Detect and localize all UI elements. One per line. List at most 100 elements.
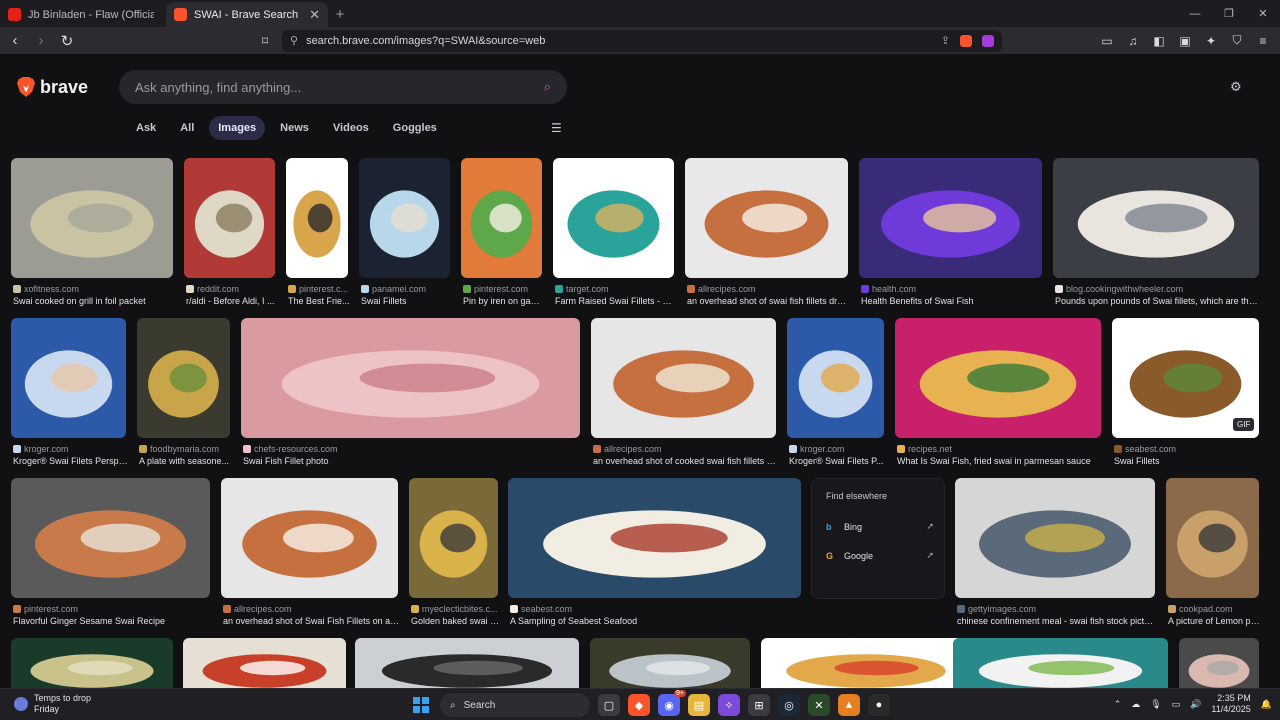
leo-ai-icon[interactable]: ✦: [1204, 34, 1218, 48]
weather-widget[interactable]: Temps to drop Friday: [14, 693, 91, 715]
terminal-icon[interactable]: ✕: [808, 694, 830, 716]
taskbar-search[interactable]: ⌕ Search: [440, 693, 590, 717]
chevron-up-icon[interactable]: ⌃: [1114, 699, 1122, 710]
brave-shields-icon[interactable]: [960, 34, 972, 47]
image-caption[interactable]: chinese confinement meal - swai fish sto…: [957, 616, 1157, 626]
image-source[interactable]: chefs-resources.com: [243, 444, 582, 454]
search-input[interactable]: Ask anything, find anything... ⌕: [119, 70, 567, 104]
mic-icon[interactable]: 🎙: [1150, 699, 1161, 710]
display-icon[interactable]: ▭: [1172, 699, 1181, 710]
image-thumbnail[interactable]: [286, 158, 348, 278]
image-caption[interactable]: A Sampling of Seabest Seafood: [510, 616, 803, 626]
steam-icon[interactable]: ◎: [778, 694, 800, 716]
brave-logo[interactable]: brave: [16, 76, 88, 98]
image-caption[interactable]: Kroger® Swai Filets Perspe...: [13, 456, 128, 466]
image-caption[interactable]: Swai Fish Fillet photo: [243, 456, 582, 466]
discord-icon[interactable]: ◉ 9+: [658, 690, 686, 716]
wallet-icon[interactable]: ▣: [1178, 34, 1192, 48]
image-source[interactable]: seabest.com: [510, 604, 803, 614]
image-thumbnail[interactable]: [895, 318, 1101, 438]
image-thumbnail[interactable]: [859, 158, 1042, 278]
image-thumbnail[interactable]: [591, 318, 776, 438]
volume-icon[interactable]: 🔊: [1190, 699, 1201, 710]
vlc-icon[interactable]: ▲: [838, 694, 860, 716]
image-thumbnail[interactable]: [11, 318, 126, 438]
task-view-icon[interactable]: ▢: [598, 694, 620, 716]
image-source[interactable]: recipes.net: [897, 444, 1103, 454]
image-thumbnail[interactable]: [787, 318, 884, 438]
tab-all[interactable]: All: [171, 116, 203, 140]
image-thumbnail[interactable]: [241, 318, 580, 438]
image-caption[interactable]: Swai Fillets: [361, 296, 452, 306]
image-source[interactable]: health.com: [861, 284, 1044, 294]
minimize-icon[interactable]: —: [1178, 0, 1212, 27]
image-caption[interactable]: Golden baked swai f...: [411, 616, 500, 626]
image-thumbnail[interactable]: [590, 638, 750, 688]
close-window-icon[interactable]: ✕: [1246, 0, 1280, 27]
image-thumbnail[interactable]: [1053, 158, 1259, 278]
image-caption[interactable]: A plate with seasone...: [139, 456, 232, 466]
image-caption[interactable]: A picture of Lemon pe...: [1168, 616, 1261, 626]
image-caption[interactable]: Pounds upon pounds of Swai fillets, whic…: [1055, 296, 1261, 306]
bookmark-icon[interactable]: ⌑: [255, 31, 275, 51]
media-icon[interactable]: ♫: [1126, 34, 1140, 48]
image-caption[interactable]: Kroger® Swai Filets P...: [789, 456, 886, 466]
image-caption[interactable]: Flavorful Ginger Sesame Swai Recipe: [13, 616, 212, 626]
restore-icon[interactable]: ❐: [1212, 0, 1246, 27]
image-source[interactable]: gettyimages.com: [957, 604, 1157, 614]
image-thumbnail[interactable]: [359, 158, 450, 278]
back-icon[interactable]: ‹: [5, 31, 25, 51]
image-thumbnail[interactable]: [1166, 478, 1259, 598]
tab-youtube[interactable]: Jb Binladen - Flaw (Official Music Vid: [0, 2, 162, 27]
tab-news[interactable]: News: [271, 116, 318, 140]
settings-gear-icon[interactable]: ⚙: [1230, 79, 1242, 95]
brave-taskbar-icon[interactable]: ◆: [628, 694, 650, 716]
clock[interactable]: 2:35 PM 11/4/2025: [1211, 693, 1250, 715]
image-thumbnail[interactable]: [183, 638, 346, 688]
image-thumbnail[interactable]: [221, 478, 398, 598]
tab-ask[interactable]: Ask: [127, 116, 165, 140]
image-caption[interactable]: an overhead shot of swai fish fillets dr…: [687, 296, 850, 306]
forward-icon[interactable]: ›: [31, 31, 51, 51]
image-thumbnail[interactable]: [11, 158, 173, 278]
image-source[interactable]: pinterest.com: [13, 604, 212, 614]
brave-rewards-icon[interactable]: [982, 34, 994, 47]
copilot-icon[interactable]: ✧: [718, 694, 740, 716]
image-thumbnail[interactable]: [685, 158, 848, 278]
image-thumbnail[interactable]: [553, 158, 674, 278]
image-thumbnail[interactable]: [11, 478, 210, 598]
reader-mode-icon[interactable]: ▭: [1100, 34, 1114, 48]
onedrive-icon[interactable]: ☁: [1131, 699, 1140, 710]
vpn-icon[interactable]: ⛉: [1230, 33, 1244, 48]
image-thumbnail[interactable]: [761, 638, 971, 688]
image-source[interactable]: kroger.com: [13, 444, 128, 454]
bing-link[interactable]: b Bing ➚: [826, 521, 934, 532]
image-source[interactable]: foodbymaria.com: [139, 444, 232, 454]
close-tab-icon[interactable]: ✕: [309, 7, 320, 23]
menu-icon[interactable]: ≡: [1256, 34, 1270, 48]
sidebar-icon[interactable]: ◧: [1152, 34, 1166, 48]
image-caption[interactable]: The Best Frie...: [288, 296, 350, 306]
image-thumbnail[interactable]: [955, 478, 1155, 598]
image-source[interactable]: pinterest.c...: [288, 284, 350, 294]
image-caption[interactable]: Health Benefits of Swai Fish: [861, 296, 1044, 306]
image-thumbnail[interactable]: [184, 158, 275, 278]
image-caption[interactable]: Swai Fillets: [1114, 456, 1261, 466]
share-icon[interactable]: ⇪: [941, 34, 950, 47]
image-caption[interactable]: Pin by iren on gast...: [463, 296, 544, 306]
image-caption[interactable]: What Is Swai Fish, fried swai in parmesa…: [897, 456, 1103, 466]
image-caption[interactable]: Farm Raised Swai Fillets - Fro...: [555, 296, 676, 306]
image-caption[interactable]: Swai cooked on grill in foil packet: [13, 296, 175, 306]
tab-videos[interactable]: Videos: [324, 116, 378, 140]
obs-icon[interactable]: ●: [868, 694, 890, 716]
image-caption[interactable]: an overhead shot of cooked swai fish fil…: [593, 456, 778, 466]
store-icon[interactable]: ⊞: [748, 694, 770, 716]
search-icon[interactable]: ⌕: [544, 79, 551, 95]
image-source[interactable]: allrecipes.com: [223, 604, 400, 614]
address-bar[interactable]: ⚲ search.brave.com/images?q=SWAI&source=…: [282, 29, 1002, 52]
image-thumbnail[interactable]: [137, 318, 230, 438]
image-source[interactable]: reddit.com: [186, 284, 277, 294]
image-thumbnail[interactable]: [11, 638, 173, 688]
image-source[interactable]: kroger.com: [789, 444, 886, 454]
image-source[interactable]: myeclecticbites.c...: [411, 604, 500, 614]
